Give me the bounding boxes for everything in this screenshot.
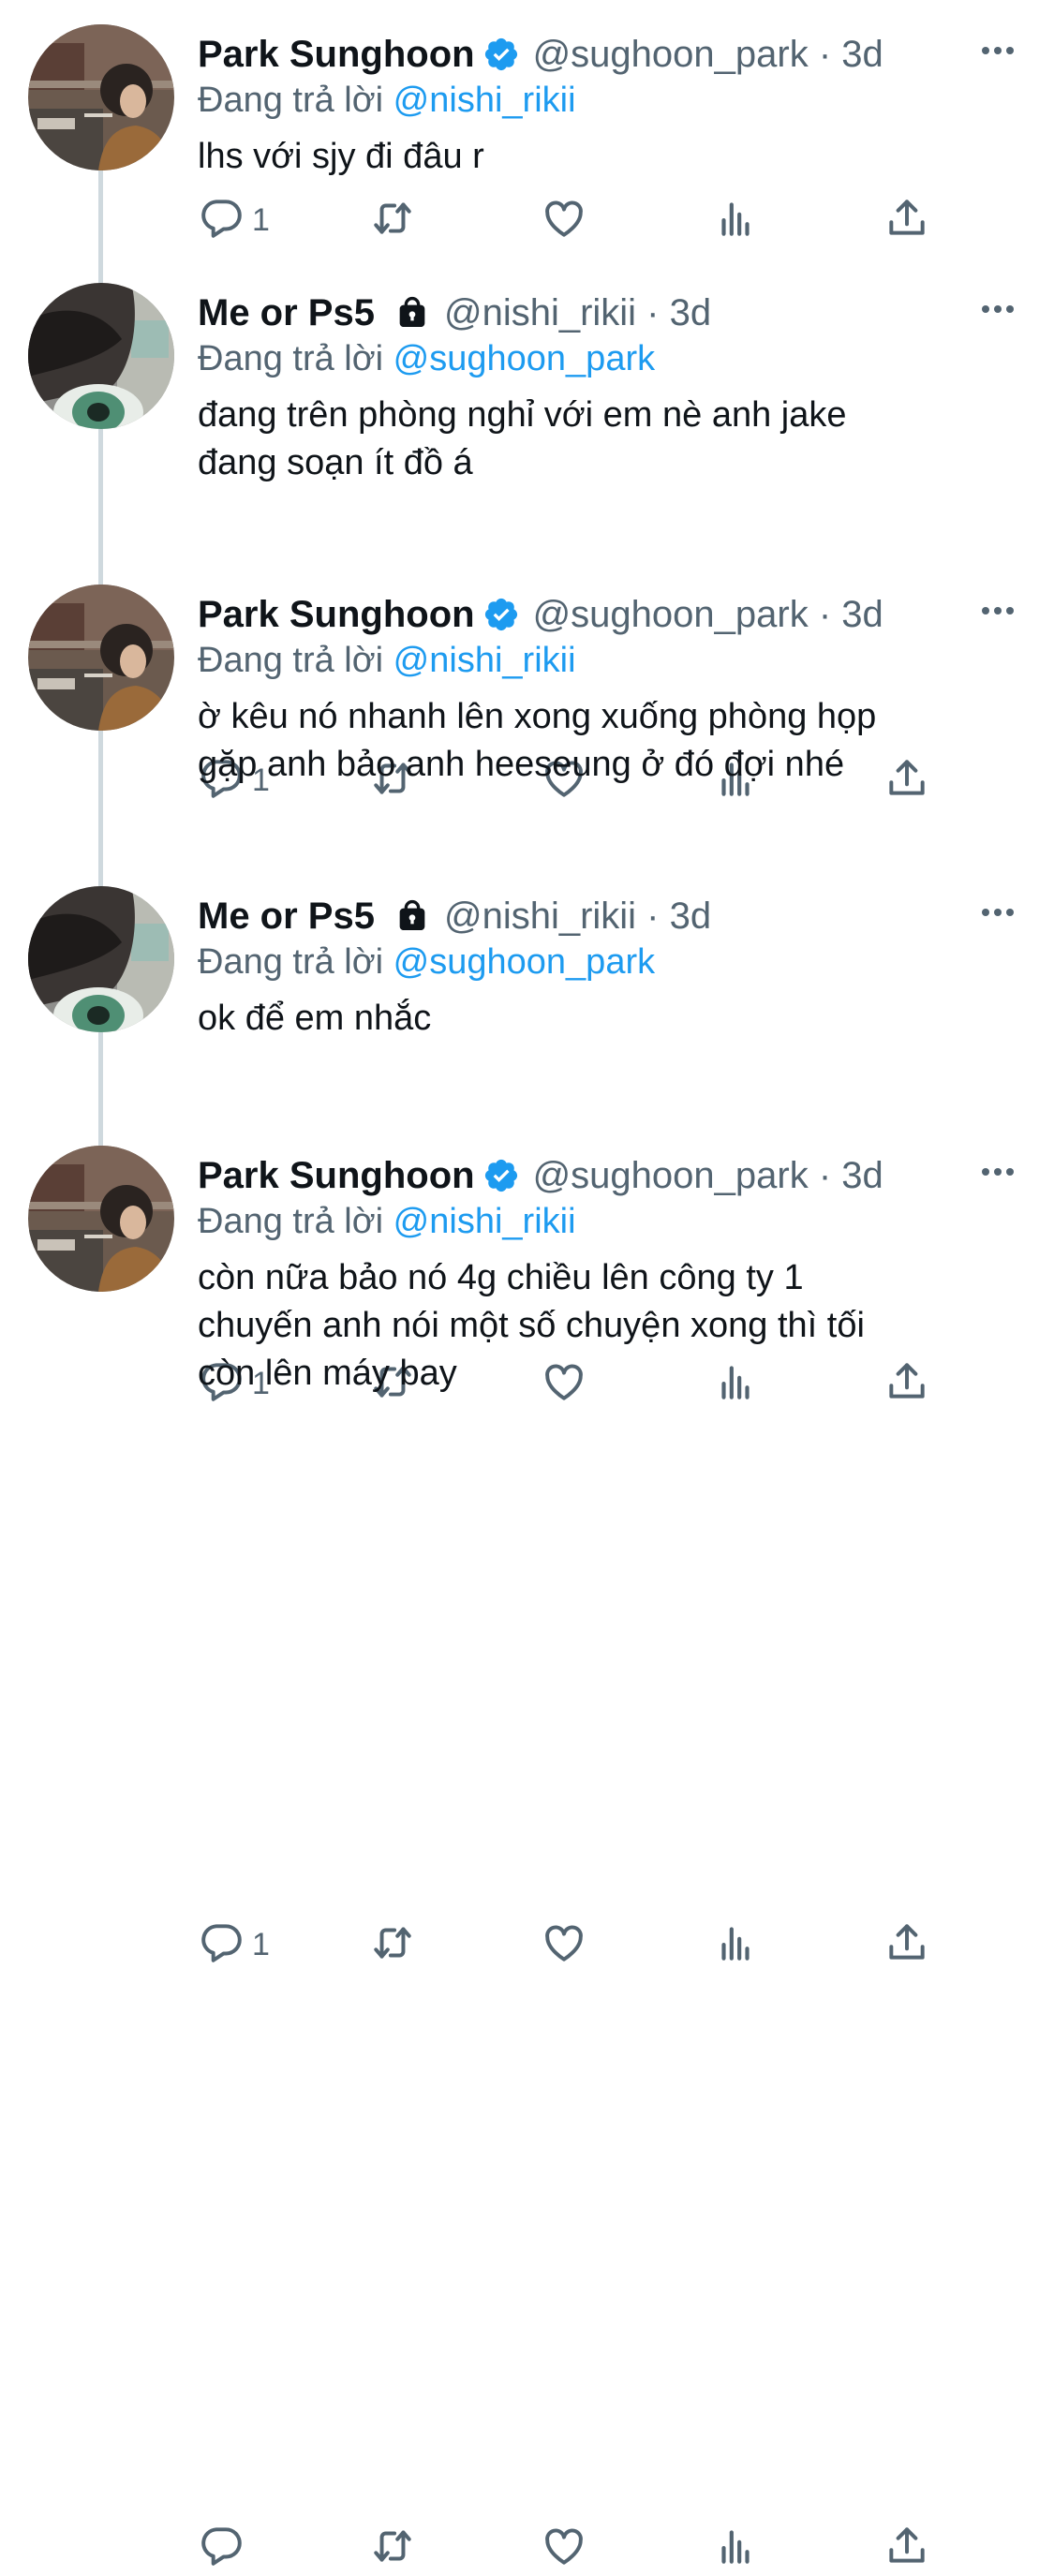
reply-icon <box>198 195 245 246</box>
replying-mention[interactable]: @sughoon_park <box>393 339 655 378</box>
share-button[interactable] <box>883 2520 930 2576</box>
tweet-header: Me or Ps5 @nishi_rikii · 3d <box>198 287 1026 339</box>
views-button[interactable] <box>712 192 759 248</box>
views-button[interactable] <box>712 2520 759 2576</box>
tweet-actions <box>198 2520 947 2576</box>
tweet-header: Park Sunghoon @sughoon_park · 3d <box>198 1149 1026 1202</box>
replying-mention[interactable]: @nishi_rikii <box>393 1202 576 1241</box>
tweet-header: Park Sunghoon @sughoon_park · 3d <box>198 28 1026 81</box>
replying-prefix: Đang trả lời <box>198 641 384 680</box>
handle-and-time[interactable]: @nishi_rikii · 3d <box>444 896 711 938</box>
display-name[interactable]: Park Sunghoon <box>198 34 475 76</box>
replying-to: Đang trả lời @nishi_rikii <box>198 1198 1026 1245</box>
like-button[interactable] <box>541 192 587 248</box>
more-icon[interactable] <box>970 894 1026 931</box>
tweet-header: Park Sunghoon @sughoon_park · 3d <box>198 588 1026 641</box>
reply-icon <box>198 2523 245 2574</box>
replying-mention[interactable]: @nishi_rikii <box>393 641 576 680</box>
replying-to: Đang trả lời @sughoon_park <box>198 939 1026 985</box>
like-button[interactable] <box>541 2520 587 2576</box>
tweet-text: ờ kêu nó nhanh lên xong xuống phòng họp … <box>198 697 877 784</box>
views-icon <box>712 195 759 246</box>
more-icon[interactable] <box>970 290 1026 328</box>
handle-and-time[interactable]: @nishi_rikii · 3d <box>444 292 711 334</box>
avatar[interactable] <box>28 283 174 429</box>
replying-mention[interactable]: @sughoon_park <box>393 942 655 982</box>
tweet-text: lhs với sjy đi đâu r <box>198 137 484 176</box>
tweet-content: Me or Ps5 @nishi_rikii · 3d Đang trả lời… <box>198 890 1026 1043</box>
retweet-icon <box>369 195 416 246</box>
display-name[interactable]: Park Sunghoon <box>198 594 475 636</box>
avatar[interactable] <box>28 585 174 731</box>
avatar[interactable] <box>28 886 174 1032</box>
replying-prefix: Đang trả lời <box>198 81 384 120</box>
verified-badge-icon <box>482 596 520 633</box>
tweet-text: đang trên phòng nghỉ với em nè anh jake … <box>198 395 847 482</box>
display-name[interactable]: Me or Ps5 <box>198 896 375 938</box>
share-icon <box>883 2523 930 2574</box>
more-icon[interactable] <box>970 32 1026 69</box>
more-icon[interactable] <box>970 1153 1026 1191</box>
display-name[interactable]: Me or Ps5 <box>198 292 375 334</box>
share-button[interactable] <box>883 192 930 248</box>
reply-count: 1 <box>252 201 270 238</box>
avatar[interactable] <box>28 24 174 170</box>
display-name[interactable]: Park Sunghoon <box>198 1155 475 1197</box>
retweet-button[interactable] <box>369 192 416 248</box>
handle-and-time[interactable]: @sughoon_park · 3d <box>533 594 883 636</box>
tweet[interactable]: Park Sunghoon @sughoon_park · 3d Đang tr… <box>0 1121 1054 2576</box>
reply-button[interactable]: 1 <box>198 192 270 248</box>
tweet-content: Me or Ps5 @nishi_rikii · 3d Đang trả lời… <box>198 287 1026 487</box>
tweet-text: ok để em nhắc <box>198 999 432 1038</box>
more-icon[interactable] <box>970 592 1026 629</box>
share-icon <box>883 195 930 246</box>
like-icon <box>541 195 587 246</box>
tweet[interactable]: Park Sunghoon @sughoon_park · 3d Đang tr… <box>0 0 1054 248</box>
lock-icon <box>393 897 431 935</box>
tweet-content: Park Sunghoon @sughoon_park · 3d Đang tr… <box>198 1149 1026 1398</box>
replying-to: Đang trả lời @nishi_rikii <box>198 637 1026 684</box>
tweet-content: Park Sunghoon @sughoon_park · 3d Đang tr… <box>198 28 1026 181</box>
like-icon <box>541 2523 587 2574</box>
avatar[interactable] <box>28 1146 174 1292</box>
handle-and-time[interactable]: @sughoon_park · 3d <box>533 34 883 76</box>
retweet-button[interactable] <box>369 2520 416 2576</box>
tweet-header: Me or Ps5 @nishi_rikii · 3d <box>198 890 1026 942</box>
replying-prefix: Đang trả lời <box>198 942 384 982</box>
reply-button[interactable] <box>198 2520 252 2576</box>
replying-mention[interactable]: @nishi_rikii <box>393 81 576 120</box>
tweet-actions: 1 <box>198 192 947 248</box>
verified-badge-icon <box>482 1157 520 1194</box>
replying-to: Đang trả lời @sughoon_park <box>198 335 1026 382</box>
replying-to: Đang trả lời @nishi_rikii <box>198 77 1026 124</box>
replying-prefix: Đang trả lời <box>198 1202 384 1241</box>
tweet-content: Park Sunghoon @sughoon_park · 3d Đang tr… <box>198 588 1026 789</box>
handle-and-time[interactable]: @sughoon_park · 3d <box>533 1155 883 1197</box>
retweet-icon <box>369 2523 416 2574</box>
views-icon <box>712 2523 759 2574</box>
replying-prefix: Đang trả lời <box>198 339 384 378</box>
tweet-text: còn nữa bảo nó 4g chiều lên công ty 1 ch… <box>198 1258 865 1393</box>
lock-icon <box>393 294 431 332</box>
verified-badge-icon <box>482 36 520 73</box>
